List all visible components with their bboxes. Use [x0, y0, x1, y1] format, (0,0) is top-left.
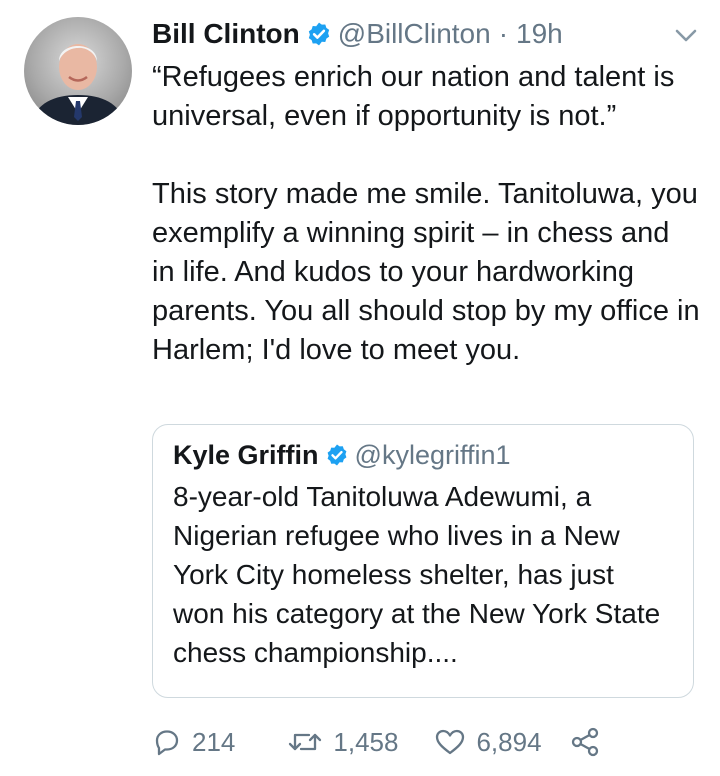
tweet-actions-bar: 214 1,458 6,894 — [152, 722, 600, 762]
share-button[interactable] — [570, 727, 600, 757]
like-button[interactable]: 6,894 — [434, 726, 542, 758]
retweet-button[interactable]: 1,458 — [287, 727, 398, 758]
author-name[interactable]: Bill Clinton — [152, 14, 300, 54]
quoted-tweet-header: Kyle Griffin @kylegriffin1 — [173, 437, 673, 473]
tweet-header: Bill Clinton @BillClinton · 19h — [152, 14, 700, 54]
verified-badge-icon — [325, 443, 349, 467]
quoted-tweet-card[interactable]: Kyle Griffin @kylegriffin1 8-year-old Ta… — [152, 424, 694, 698]
like-count: 6,894 — [476, 726, 542, 757]
retweet-icon — [287, 727, 323, 757]
chevron-down-icon[interactable] — [674, 28, 698, 49]
tweet-timestamp[interactable]: 19h — [516, 14, 563, 54]
heart-icon — [434, 727, 466, 757]
tweet-text: “Refugees enrich our nation and talent i… — [152, 61, 700, 366]
separator-dot: · — [498, 18, 509, 49]
share-icon — [570, 727, 600, 757]
author-avatar[interactable] — [24, 17, 132, 125]
author-handle[interactable]: @BillClinton — [338, 14, 491, 54]
verified-badge-icon — [306, 21, 332, 47]
quoted-author-handle: @kylegriffin1 — [354, 440, 511, 470]
quoted-tweet-text: 8-year-old Tanitoluwa Adewumi, a Nigeria… — [173, 481, 668, 668]
retweet-count: 1,458 — [333, 726, 399, 757]
reply-button[interactable]: 214 — [152, 727, 235, 758]
quoted-author-name: Kyle Griffin — [173, 440, 319, 470]
reply-icon — [152, 727, 182, 757]
reply-count: 214 — [192, 726, 236, 757]
